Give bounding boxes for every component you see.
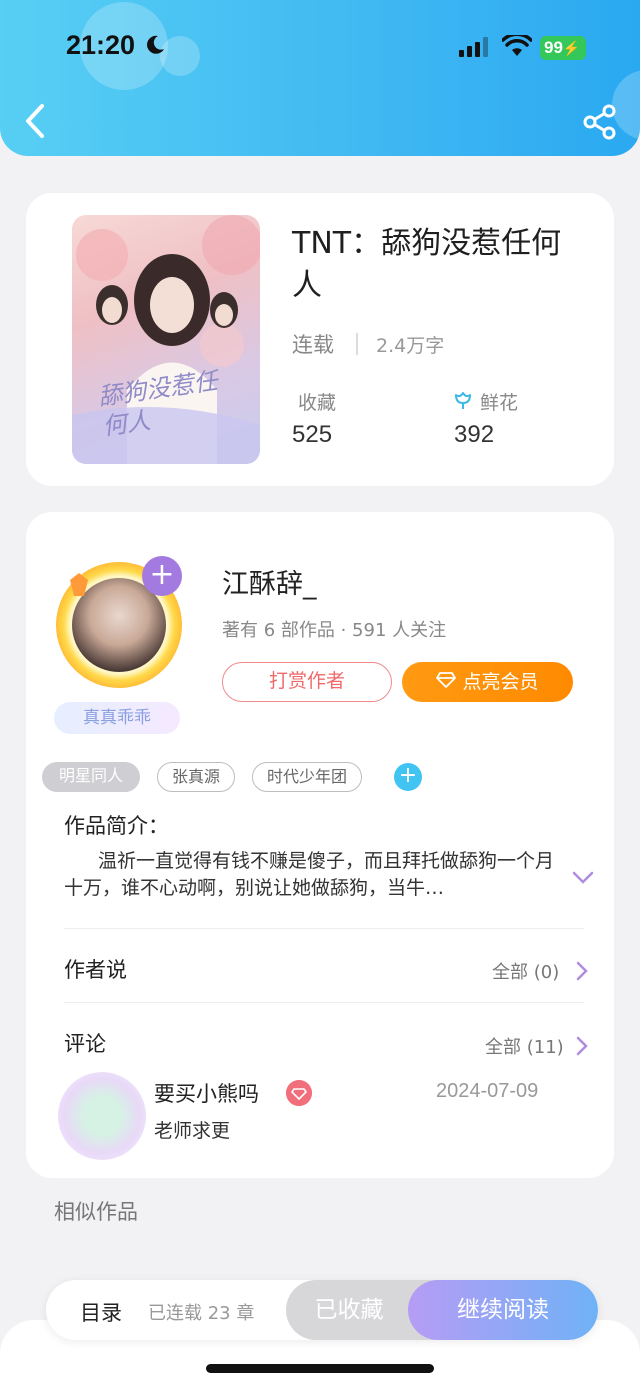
comment-text: 老师求更 <box>154 1120 231 1142</box>
divider <box>64 928 584 929</box>
author-name[interactable]: 江酥辞_ <box>222 562 317 601</box>
similar-works-title: 相似作品 <box>54 1200 138 1224</box>
book-title: TNT：舔狗没惹任何人 <box>292 226 562 303</box>
author-says-title: 作者说 <box>64 958 127 982</box>
commenter-avatar[interactable] <box>58 1072 146 1160</box>
app-header: 21:20 99⚡ <box>0 0 640 156</box>
toc-button[interactable]: 目录 <box>80 1297 122 1327</box>
chevron-right-icon[interactable] <box>576 961 588 981</box>
tag-item[interactable]: 明星同人 <box>42 762 140 792</box>
comments-title: 评论 <box>64 1032 106 1056</box>
add-tag-button[interactable]: + <box>394 763 422 791</box>
decor-bubble <box>160 36 200 76</box>
battery-indicator: 99⚡ <box>540 36 586 60</box>
home-indicator <box>206 1364 434 1373</box>
intro-text: 温祈一直觉得有钱不赚是傻子，而且拜托做舔狗一个月十万，谁不心动啊，别说让她做舔狗… <box>64 848 564 902</box>
tip-author-button[interactable]: 打赏作者 <box>222 662 392 702</box>
vip-button[interactable]: 点亮会员 <box>402 662 573 702</box>
saved-button-label: 已收藏 <box>314 1297 384 1323</box>
chevron-right-icon[interactable] <box>576 1036 588 1056</box>
comments-all-link[interactable]: 全部 (11) <box>485 1033 564 1059</box>
author-says-all-link[interactable]: 全部 (0) <box>492 958 559 984</box>
flower-icon <box>455 392 471 409</box>
favorites-count: 525 <box>292 421 333 448</box>
commenter-name[interactable]: 要买小熊吗 <box>154 1078 259 1108</box>
intro-body: 温祈一直觉得有钱不赚是傻子，而且拜托做舔狗一个月十万，谁不心动啊，别说让她做舔狗… <box>64 850 555 899</box>
diamond-icon <box>436 662 457 702</box>
battery-level: 99 <box>544 38 563 57</box>
charging-icon: ⚡ <box>562 40 581 56</box>
tag-item[interactable]: 时代少年团 <box>252 762 362 792</box>
book-info-card: 舔狗没惹任何人 TNT：舔狗没惹任何人 连载 2.4万字 收藏 525 鲜花 3… <box>26 193 614 486</box>
expand-chevron-icon[interactable] <box>572 870 594 886</box>
book-word-count: 2.4万字 <box>376 335 445 357</box>
bottom-action-bar: 目录 已连载 23 章 已收藏 继续阅读 <box>46 1280 598 1340</box>
wifi-icon <box>502 35 532 56</box>
continue-reading-button[interactable]: 继续阅读 <box>408 1280 598 1340</box>
flower-decor-icon <box>70 573 88 596</box>
vip-badge-icon <box>286 1080 312 1106</box>
vip-button-label: 点亮会员 <box>462 671 539 693</box>
book-status: 连载 <box>292 333 334 357</box>
fan-badge: 真真乖乖 <box>54 702 180 734</box>
chapter-count: 已连载 23 章 <box>148 1303 255 1324</box>
status-time: 21:20 <box>66 30 136 60</box>
follow-author-button[interactable]: + <box>142 556 182 596</box>
tag-item[interactable]: 张真源 <box>157 762 235 792</box>
divider <box>356 333 358 355</box>
intro-title: 作品简介： <box>64 814 169 838</box>
flowers-count: 392 <box>454 421 495 448</box>
moon-icon <box>147 35 164 54</box>
back-button[interactable] <box>20 102 50 140</box>
author-card: + 真真乖乖 江酥辞_ 著有 6 部作品 · 591 人关注 打赏作者 点亮会员… <box>26 512 614 1178</box>
comment-date: 2024-07-09 <box>436 1080 539 1102</box>
author-meta: 著有 6 部作品 · 591 人关注 <box>222 620 447 641</box>
book-cover[interactable]: 舔狗没惹任何人 <box>72 215 260 464</box>
flowers-label: 鲜花 <box>480 392 519 414</box>
favorites-label: 收藏 <box>298 392 337 414</box>
signal-icon <box>459 37 488 57</box>
divider <box>64 1002 584 1003</box>
share-button[interactable] <box>582 104 618 140</box>
